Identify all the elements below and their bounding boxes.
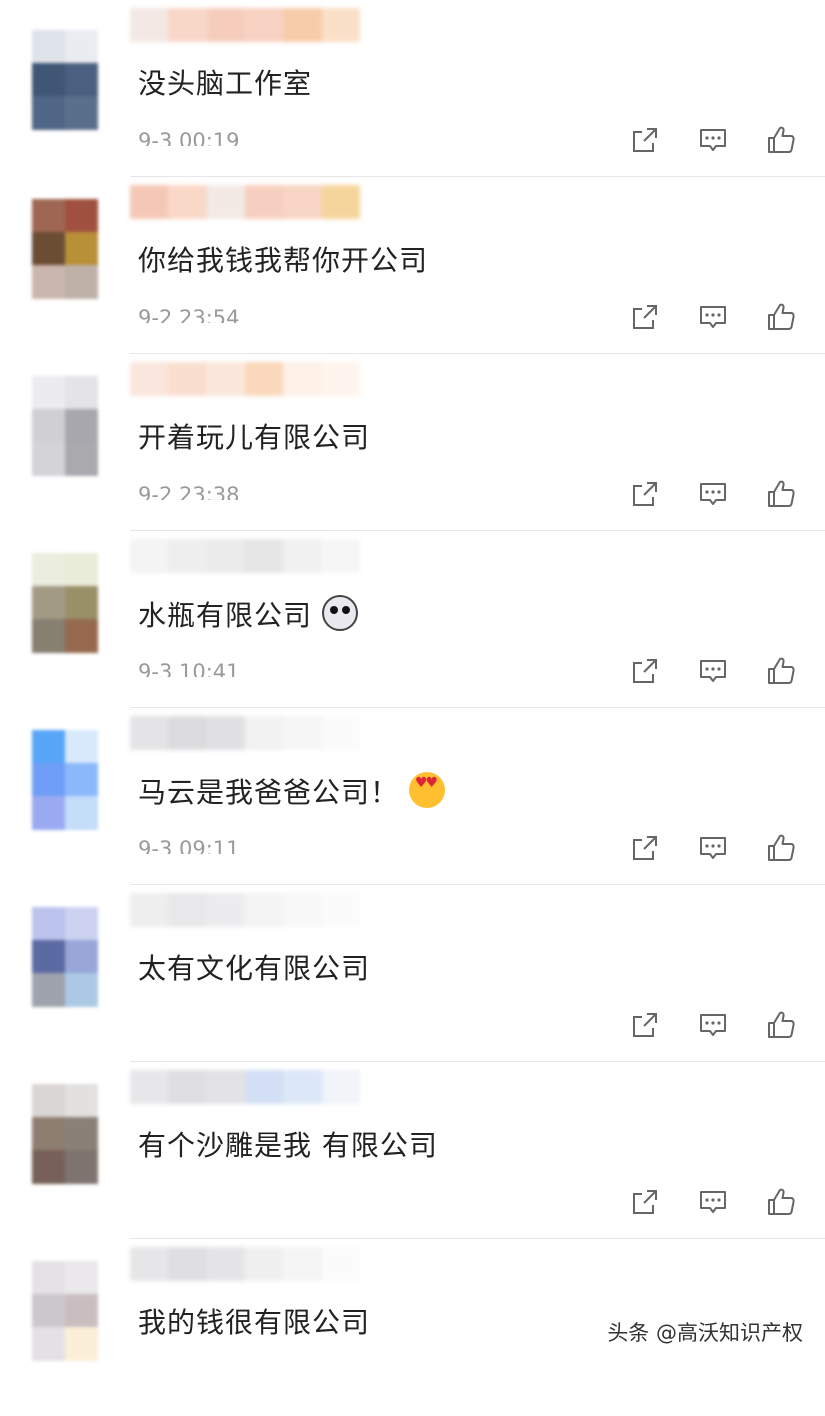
reply-icon[interactable] <box>697 124 729 156</box>
comment-text: 马云是我爸爸公司！ <box>138 772 446 813</box>
avatar[interactable] <box>32 907 98 1007</box>
comment-actions <box>629 1186 797 1218</box>
thumbs-up-icon[interactable] <box>765 1186 797 1218</box>
share-icon[interactable] <box>629 832 661 864</box>
username-blurred[interactable] <box>130 8 360 42</box>
username-blurred[interactable] <box>130 1070 360 1104</box>
share-icon[interactable] <box>629 1186 661 1218</box>
thumbs-up-icon[interactable] <box>765 1009 797 1041</box>
comment-text-content: 我的钱很有限公司 <box>138 1306 371 1339</box>
share-icon[interactable] <box>629 655 661 687</box>
share-icon[interactable] <box>629 478 661 510</box>
comment-text-content: 没头脑工作室 <box>138 67 313 100</box>
reply-icon[interactable] <box>697 1186 729 1218</box>
share-icon[interactable] <box>629 124 661 156</box>
comment-item[interactable]: 太有文化有限公司 <box>0 885 825 1062</box>
comment-item[interactable]: 水瓶有限公司 9-3 10:41 <box>0 531 825 708</box>
comment-text-content: 有个沙雕是我 有限公司 <box>138 1129 438 1162</box>
comment-text-content: 太有文化有限公司 <box>138 952 371 985</box>
comment-text-content: 你给我钱我帮你开公司 <box>138 244 429 277</box>
username-blurred[interactable] <box>130 185 360 219</box>
comment-timestamp: 9-3 10:41 <box>138 660 240 677</box>
comment-item[interactable]: 马云是我爸爸公司！ 9-3 09:11 <box>0 708 825 885</box>
comment-timestamp: 9-2 23:54 <box>138 306 240 323</box>
avatar[interactable] <box>32 553 98 653</box>
comment-text: 太有文化有限公司 <box>138 949 370 989</box>
comment-timestamp: 9-3 09:11 <box>138 837 240 854</box>
share-icon[interactable] <box>629 1009 661 1041</box>
reply-icon[interactable] <box>697 301 729 333</box>
thumbs-up-icon[interactable] <box>765 124 797 156</box>
avatar[interactable] <box>32 199 98 299</box>
comment-text: 有个沙雕是我 有限公司 <box>138 1126 438 1166</box>
comment-text-content: 马云是我爸爸公司！ <box>138 776 400 809</box>
comment-text: 没头脑工作室 <box>138 64 312 104</box>
husky-emoji-icon <box>322 595 359 631</box>
comment-item[interactable]: 开着玩儿有限公司 9-2 23:38 <box>0 354 825 531</box>
username-blurred[interactable] <box>130 893 360 927</box>
thumbs-up-icon[interactable] <box>765 301 797 333</box>
comment-actions <box>629 832 797 864</box>
thumbs-up-icon[interactable] <box>765 832 797 864</box>
comment-text: 你给我钱我帮你开公司 <box>138 241 428 281</box>
comment-actions <box>629 655 797 687</box>
comment-actions <box>629 478 797 510</box>
thumbs-up-icon[interactable] <box>765 478 797 510</box>
thumbs-up-icon[interactable] <box>765 655 797 687</box>
reply-icon[interactable] <box>697 655 729 687</box>
username-blurred[interactable] <box>130 362 360 396</box>
username-blurred[interactable] <box>130 716 360 750</box>
watermark: 头条 @高沃知识产权 <box>603 1315 807 1349</box>
comment-item[interactable]: 你给我钱我帮你开公司 9-2 23:54 <box>0 177 825 354</box>
comment-timestamp: 9-3 00:19 <box>138 129 240 146</box>
share-icon[interactable] <box>629 301 661 333</box>
username-blurred[interactable] <box>130 539 360 573</box>
reply-icon[interactable] <box>697 478 729 510</box>
comment-text: 我的钱很有限公司 <box>138 1303 370 1343</box>
avatar[interactable] <box>32 1261 98 1361</box>
comment-item[interactable]: 没头脑工作室 9-3 00:19 <box>0 0 825 177</box>
heart-eyes-emoji-icon <box>409 772 446 808</box>
comment-actions <box>629 301 797 333</box>
comment-text: 开着玩儿有限公司 <box>138 418 370 458</box>
avatar[interactable] <box>32 730 98 830</box>
avatar[interactable] <box>32 376 98 476</box>
comment-list: 没头脑工作室 9-3 00:19 你给我钱我帮你开公司 9-2 23:54 开着玩儿有限… <box>0 0 825 1367</box>
username-blurred[interactable] <box>130 1247 360 1281</box>
reply-icon[interactable] <box>697 1009 729 1041</box>
comment-text-content: 开着玩儿有限公司 <box>138 421 371 454</box>
comment-actions <box>629 124 797 156</box>
avatar[interactable] <box>32 1084 98 1184</box>
comment-text: 水瓶有限公司 <box>138 595 359 636</box>
reply-icon[interactable] <box>697 832 729 864</box>
comment-timestamp: 9-2 23:38 <box>138 483 240 500</box>
comment-text-content: 水瓶有限公司 <box>138 599 313 632</box>
comment-actions <box>629 1009 797 1041</box>
comment-item[interactable]: 有个沙雕是我 有限公司 <box>0 1062 825 1239</box>
avatar[interactable] <box>32 30 98 130</box>
